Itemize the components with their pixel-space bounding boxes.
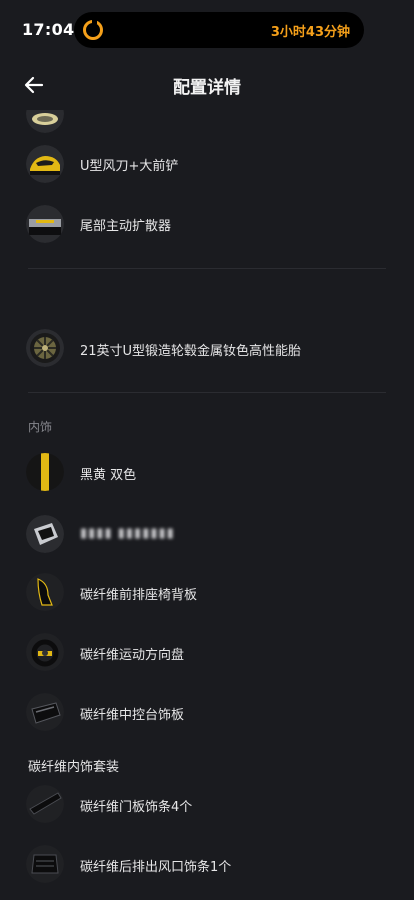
group-title-carbon-package: 碳纤维内饰套装 xyxy=(28,760,120,775)
item-thumbnail xyxy=(26,145,64,183)
list-item-seat-back[interactable]: 碳纤维前排座椅背板 xyxy=(0,566,414,618)
item-label: U型风刀+大前铲 xyxy=(80,159,179,174)
status-time: 17:04 xyxy=(22,20,75,39)
item-thumbnail xyxy=(26,633,64,671)
list-item-front-splitter[interactable]: U型风刀+大前铲 xyxy=(0,138,414,190)
color-swatch xyxy=(26,453,64,491)
nav-bar: 配置详情 xyxy=(0,60,414,110)
list-item-wheels[interactable]: 21英寸U型锻造轮毂金属钕色高性能胎 xyxy=(0,322,414,374)
list-item-door-trim[interactable]: 碳纤维门板饰条4个 xyxy=(0,778,414,830)
status-bar: 17:04 3小时43分钟 xyxy=(0,0,414,60)
list-item-rear-vent-trim[interactable]: 碳纤维后排出风口饰条1个 xyxy=(0,838,414,890)
wheel-thumbnail xyxy=(26,329,64,367)
list-item[interactable] xyxy=(0,110,414,140)
item-label: 尾部主动扩散器 xyxy=(80,219,172,234)
obscured-label: ▮▮▮▮ ▮▮▮▮▮▮▮ xyxy=(80,526,175,541)
page-title: 配置详情 xyxy=(173,78,241,98)
timer-text: 3小时43分钟 xyxy=(270,25,350,40)
section-title-interior: 内饰 xyxy=(28,420,53,434)
list-item-rear-diffuser[interactable]: 尾部主动扩散器 xyxy=(0,198,414,250)
item-thumbnail xyxy=(26,205,64,243)
config-list[interactable]: U型风刀+大前铲 尾部主动扩散器 21英寸U型锻造轮毂金属钕色高性能胎 内饰 黑… xyxy=(0,110,414,900)
timer-icon xyxy=(83,19,103,40)
item-label: 碳纤维前排座椅背板 xyxy=(80,588,198,603)
item-thumbnail xyxy=(26,573,64,611)
live-activity-pill[interactable]: 3小时43分钟 xyxy=(74,12,364,48)
list-item-console-trim[interactable]: 碳纤维中控台饰板 xyxy=(0,686,414,738)
item-thumbnail xyxy=(26,785,64,823)
list-item-steering-wheel[interactable]: 碳纤维运动方向盘 xyxy=(0,626,414,678)
divider xyxy=(28,268,386,269)
item-thumbnail xyxy=(26,693,64,731)
item-label: 黑黄 双色 xyxy=(80,468,137,483)
divider xyxy=(28,392,386,393)
list-item-obscured[interactable]: ▮▮▮▮ ▮▮▮▮▮▮▮ xyxy=(0,508,414,560)
item-label: 碳纤维中控台饰板 xyxy=(80,708,185,723)
item-thumbnail xyxy=(26,515,64,553)
item-label: 碳纤维运动方向盘 xyxy=(80,648,185,663)
item-label: 21英寸U型锻造轮毂金属钕色高性能胎 xyxy=(80,344,302,359)
list-item-interior-color[interactable]: 黑黄 双色 xyxy=(0,446,414,498)
item-label: 碳纤维门板饰条4个 xyxy=(80,800,193,815)
item-thumbnail xyxy=(26,845,64,883)
item-thumbnail xyxy=(26,110,64,133)
item-label: 碳纤维后排出风口饰条1个 xyxy=(80,860,232,875)
